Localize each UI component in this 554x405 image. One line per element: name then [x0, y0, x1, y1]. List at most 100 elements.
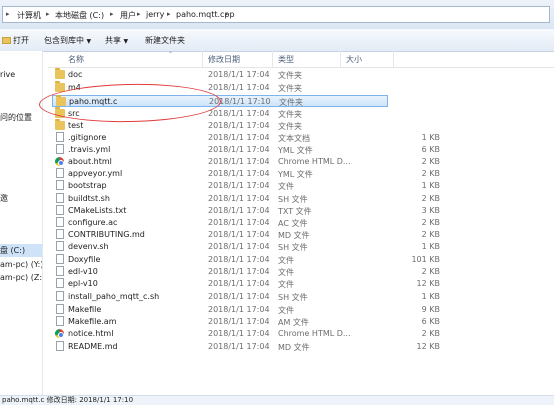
list-item[interactable]: buildtst.sh 2018/1/1 17:04 SH 文件 2 KB [52, 193, 440, 205]
file-size: 6 KB [421, 145, 440, 154]
column-divider[interactable] [202, 51, 203, 67]
file-type: 文件 [278, 256, 294, 265]
column-date[interactable]: 修改日期 [208, 54, 240, 65]
file-name: install_paho_mqtt_c.sh [68, 292, 160, 301]
list-item[interactable]: configure.ac 2018/1/1 17:04 AC 文件 2 KB [52, 217, 440, 229]
file-type: 文件夹 [278, 84, 302, 93]
file-type: SH 文件 [278, 195, 308, 204]
file-date: 2018/1/1 17:04 [208, 109, 270, 118]
nav-item-network-drive-y[interactable]: am-pc) (Y:) [0, 260, 42, 269]
list-item[interactable]: Doxyfile 2018/1/1 17:04 文件 101 KB [52, 254, 440, 266]
file-name: .travis.yml [68, 145, 111, 154]
file-name: Makefile.am [68, 317, 117, 326]
file-icon [56, 217, 64, 227]
file-date: 2018/1/1 17:04 [208, 218, 270, 227]
file-size: 12 KB [416, 279, 440, 288]
file-date: 2018/1/1 17:04 [208, 70, 270, 79]
nav-item-recent-places[interactable]: 问的位置 [0, 112, 32, 123]
share-button[interactable]: 共享 ▼ [105, 35, 128, 46]
list-item[interactable]: Makefile 2018/1/1 17:04 文件 9 KB [52, 304, 440, 316]
file-date: 2018/1/1 17:04 [208, 242, 270, 251]
chevron-down-icon: ▼ [86, 38, 92, 45]
file-date: 2018/1/1 17:04 [208, 305, 270, 314]
chevron-right-icon[interactable]: ▸ [137, 10, 141, 18]
file-size: 2 KB [421, 230, 440, 239]
file-type: SH 文件 [278, 243, 308, 252]
new-folder-button[interactable]: 新建文件夹 [145, 35, 185, 46]
include-in-library-button[interactable]: 包含到库中 ▼ [44, 35, 91, 46]
list-item[interactable]: about.html 2018/1/1 17:04 Chrome HTML D.… [52, 156, 440, 168]
column-divider[interactable] [340, 51, 341, 67]
file-date: 2018/1/1 17:04 [208, 292, 270, 301]
list-item[interactable]: doc 2018/1/1 17:04 文件夹 [52, 68, 388, 81]
file-icon [56, 291, 64, 301]
file-size: 101 KB [411, 255, 440, 264]
list-item[interactable]: devenv.sh 2018/1/1 17:04 SH 文件 1 KB [52, 241, 440, 253]
list-item[interactable]: epl-v10 2018/1/1 17:04 文件 12 KB [52, 278, 440, 290]
crumb-drive[interactable]: 本地磁盘 (C:) [55, 10, 104, 21]
list-item[interactable]: bootstrap 2018/1/1 17:04 文件 1 KB [52, 180, 440, 192]
file-type: TXT 文件 [278, 207, 312, 216]
list-item[interactable]: install_paho_mqtt_c.sh 2018/1/1 17:04 SH… [52, 291, 440, 303]
nav-item-favorites[interactable]: 邀 [0, 193, 8, 204]
chevron-right-icon[interactable]: ▸ [6, 10, 10, 18]
column-divider[interactable] [272, 51, 273, 67]
file-icon [56, 266, 64, 276]
crumb-computer[interactable]: 计算机 [17, 10, 41, 21]
file-date: 2018/1/1 17:04 [208, 317, 270, 326]
file-date: 2018/1/1 17:04 [208, 230, 270, 239]
nav-item-network-drive-z[interactable]: am-pc) (Z:) [0, 273, 42, 282]
file-date: 2018/1/1 17:04 [208, 157, 270, 166]
file-name: buildtst.sh [68, 194, 110, 203]
file-size: 1 KB [421, 242, 440, 251]
file-type: AM 文件 [278, 318, 309, 327]
crumb-user[interactable]: jerry [146, 10, 164, 19]
nav-item-local-disk-c[interactable]: 盘 (C:) [0, 244, 42, 257]
chevron-right-icon[interactable]: ▸ [167, 10, 171, 18]
list-item[interactable]: edl-v10 2018/1/1 17:04 文件 2 KB [52, 266, 440, 278]
list-item[interactable]: CONTRIBUTING.md 2018/1/1 17:04 MD 文件 2 K… [52, 229, 440, 241]
file-name: about.html [68, 157, 112, 166]
file-icon [56, 132, 64, 142]
folder-icon [55, 68, 65, 79]
file-date: 2018/1/1 17:04 [208, 206, 270, 215]
address-bar: ▸ 计算机 ▸ 本地磁盘 (C:) ▸ 用户 ▸ jerry ▸ paho.mq… [0, 0, 554, 30]
file-name: edl-v10 [68, 267, 98, 276]
file-type: MD 文件 [278, 231, 310, 240]
chevron-right-icon[interactable]: ▸ [110, 10, 114, 18]
file-name: .gitignore [68, 133, 107, 142]
file-icon [56, 241, 64, 251]
nav-item-drive[interactable]: rive [0, 70, 15, 79]
list-item[interactable]: CMakeLists.txt 2018/1/1 17:04 TXT 文件 3 K… [52, 205, 440, 217]
file-date: 2018/1/1 17:04 [208, 329, 270, 338]
list-item[interactable]: .travis.yml 2018/1/1 17:04 YML 文件 6 KB [52, 144, 440, 156]
file-date: 2018/1/1 17:04 [208, 342, 270, 351]
file-date: 2018/1/1 17:04 [208, 83, 270, 92]
breadcrumb[interactable]: ▸ 计算机 ▸ 本地磁盘 (C:) ▸ 用户 ▸ jerry ▸ paho.mq… [2, 6, 550, 23]
file-size: 1 KB [421, 133, 440, 142]
column-divider[interactable] [393, 51, 394, 67]
list-item[interactable]: .gitignore 2018/1/1 17:04 文本文档 1 KB [52, 132, 440, 144]
file-name: CMakeLists.txt [68, 206, 127, 215]
file-icon [56, 341, 64, 351]
file-date: 2018/1/1 17:04 [208, 194, 270, 203]
column-type[interactable]: 类型 [278, 54, 294, 65]
list-item[interactable]: README.md 2018/1/1 17:04 MD 文件 12 KB [52, 341, 440, 353]
file-name: appveyor.yml [68, 169, 123, 178]
column-size[interactable]: 大小 [346, 54, 362, 65]
file-type: Chrome HTML D... [278, 157, 351, 166]
crumb-users[interactable]: 用户 [120, 10, 136, 21]
list-item[interactable]: test 2018/1/1 17:04 文件夹 [52, 119, 388, 132]
file-size: 2 KB [421, 157, 440, 166]
list-item[interactable]: notice.html 2018/1/1 17:04 Chrome HTML D… [52, 328, 440, 340]
column-name[interactable]: 名称 [68, 54, 84, 65]
list-item[interactable]: appveyor.yml 2018/1/1 17:04 YML 文件 2 KB [52, 168, 440, 180]
list-item[interactable]: Makefile.am 2018/1/1 17:04 AM 文件 6 KB [52, 316, 440, 328]
file-name: notice.html [68, 329, 114, 338]
open-button[interactable]: 打开 [2, 35, 29, 46]
file-date: 2018/1/1 17:04 [208, 255, 270, 264]
file-size: 1 KB [421, 181, 440, 190]
command-bar: 打开 包含到库中 ▼ 共享 ▼ 新建文件夹 [0, 29, 554, 52]
chevron-right-icon[interactable]: ▸ [225, 10, 229, 18]
chevron-right-icon[interactable]: ▸ [46, 10, 50, 18]
